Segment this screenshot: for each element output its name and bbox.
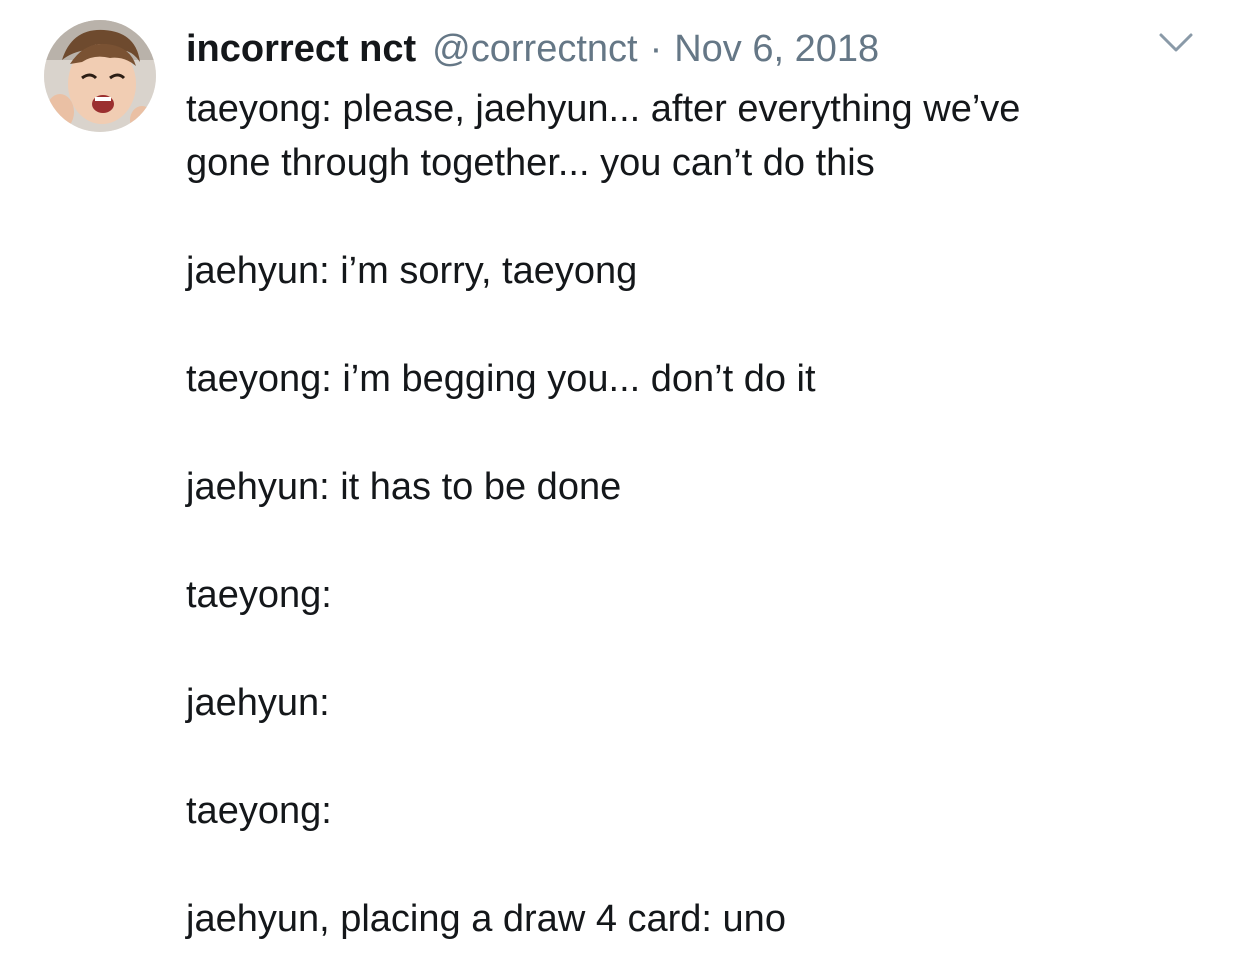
tweet-line: taeyong: [186,790,332,832]
tweet-text: taeyong: please, jaehyun... after everyt… [186,82,1206,946]
tweet-line: jaehyun, placing a draw 4 card: uno [186,898,786,940]
tweet-line: jaehyun: i’m sorry, taeyong [186,250,638,292]
tweet-date[interactable]: Nov 6, 2018 [674,26,879,72]
avatar[interactable] [44,20,156,132]
avatar-image [44,20,156,132]
user-handle[interactable]: @correctnct [432,26,637,72]
separator-dot: · [649,28,663,70]
tweet-line: gone through together... you can’t do th… [186,142,875,184]
tweet-line: taeyong: [186,574,332,616]
tweet[interactable]: incorrect nct @correctnct · Nov 6, 2018 … [0,0,1242,963]
display-name[interactable]: incorrect nct [186,26,416,72]
tweet-line: jaehyun: it has to be done [186,466,622,508]
tweet-line: taeyong: i’m begging you... don’t do it [186,358,816,400]
chevron-down-icon[interactable] [1158,30,1194,56]
tweet-line: taeyong: please, jaehyun... after everyt… [186,88,1021,130]
tweet-line: jaehyun: [186,682,330,724]
tweet-header: incorrect nct @correctnct · Nov 6, 2018 [186,26,879,72]
